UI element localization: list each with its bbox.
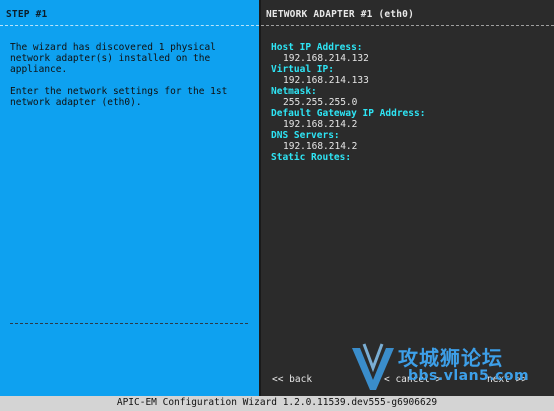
adapter-form: Host IP Address: 192.168.214.132 Virtual…	[271, 42, 425, 163]
static-routes-label: Static Routes:	[271, 152, 352, 163]
netmask-field[interactable]: 255.255.255.0	[271, 97, 425, 108]
divider	[10, 323, 248, 324]
adapter-title: NETWORK ADAPTER #1 (eth0)	[266, 9, 414, 20]
netmask-label: Netmask:	[271, 86, 317, 97]
status-bar: APIC-EM Configuration Wizard 1.2.0.11539…	[0, 396, 554, 411]
dns-servers-field[interactable]: 192.168.214.2	[271, 141, 425, 152]
gateway-field[interactable]: 192.168.214.2	[271, 119, 425, 130]
virtual-ip-field[interactable]: 192.168.214.133	[271, 75, 425, 86]
host-ip-label: Host IP Address:	[271, 42, 363, 53]
instruction-message: Enter the network settings for the 1st n…	[10, 86, 228, 108]
divider	[261, 25, 554, 26]
back-button[interactable]: << back	[272, 374, 312, 385]
cancel-button[interactable]: < cancel >	[384, 374, 441, 385]
wizard-step-pane: STEP #1 The wizard has discovered 1 phys…	[0, 0, 259, 396]
host-ip-field[interactable]: 192.168.214.132	[271, 53, 425, 64]
step-title: STEP #1	[6, 9, 48, 20]
next-button[interactable]: next >>	[487, 374, 527, 385]
virtual-ip-label: Virtual IP:	[271, 64, 334, 75]
discovery-message: The wizard has discovered 1 physical net…	[10, 42, 216, 75]
dns-servers-label: DNS Servers:	[271, 130, 340, 141]
network-adapter-pane: NETWORK ADAPTER #1 (eth0) Host IP Addres…	[261, 0, 554, 396]
divider	[0, 25, 259, 26]
gateway-label: Default Gateway IP Address:	[271, 108, 426, 119]
